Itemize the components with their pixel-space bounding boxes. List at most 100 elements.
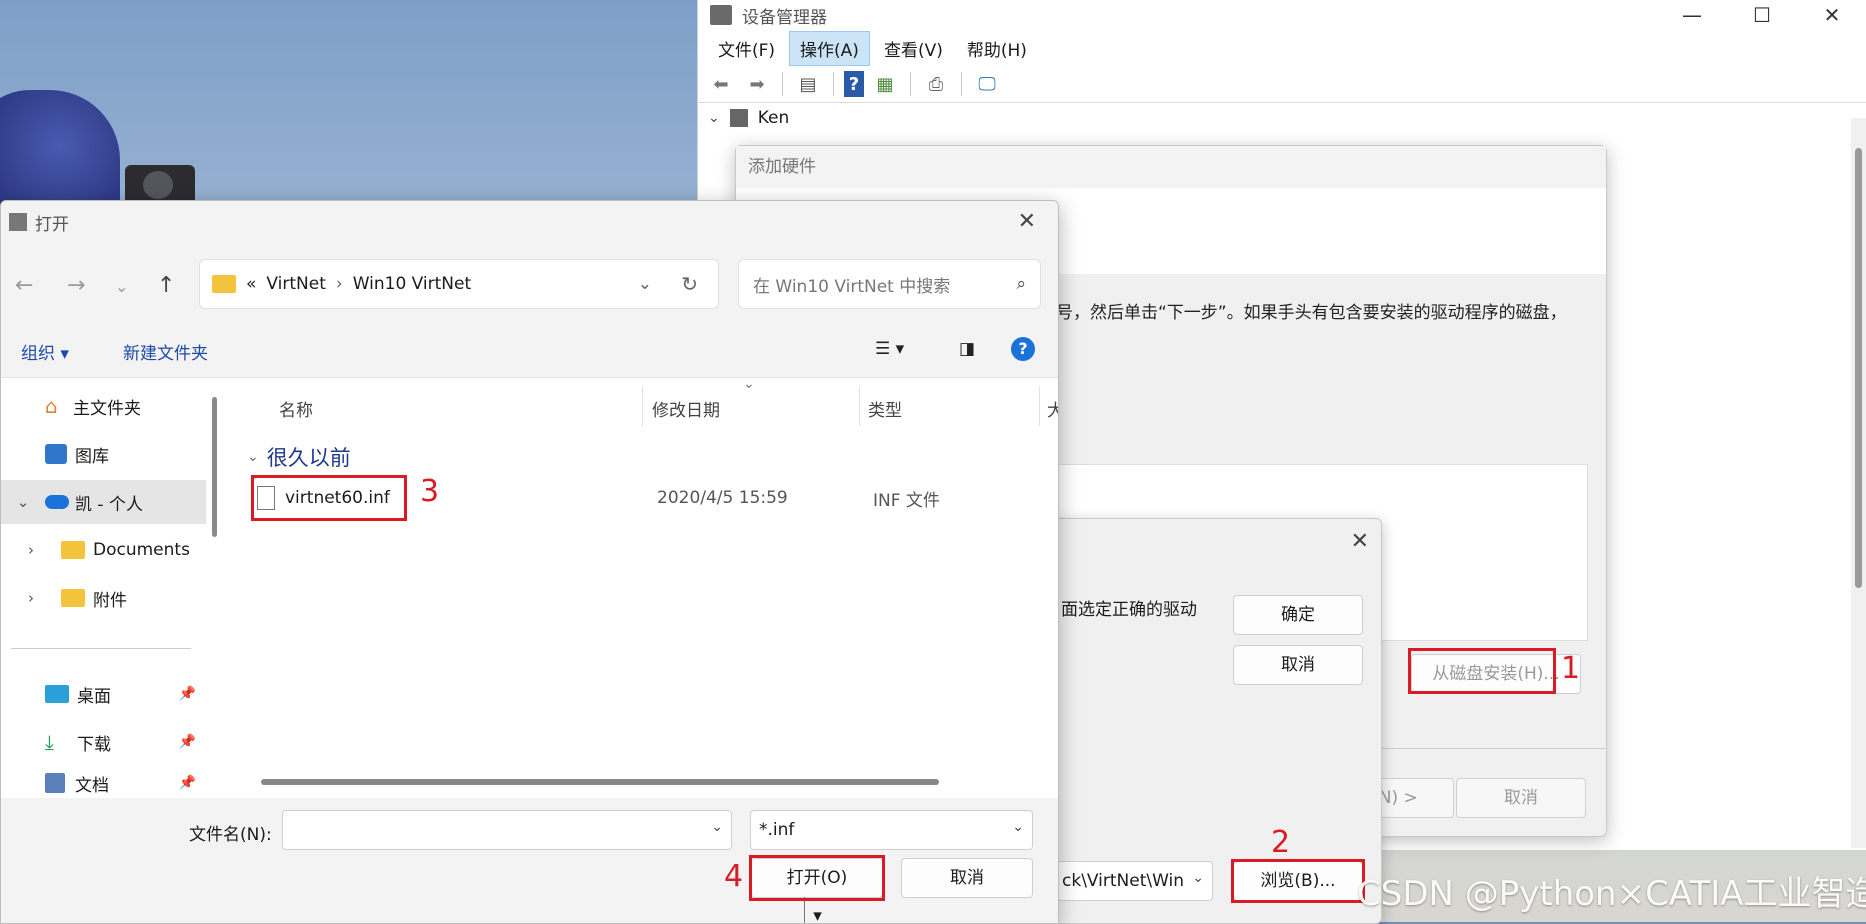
toolbar-separator bbox=[782, 72, 783, 96]
annotation-box-4 bbox=[749, 855, 885, 901]
menu-file[interactable]: 文件(F) bbox=[708, 32, 785, 65]
document-icon bbox=[45, 773, 65, 793]
properties-icon[interactable]: ▤ bbox=[793, 71, 823, 97]
pin-icon[interactable]: 📌 bbox=[179, 734, 196, 750]
nav-item-label: 图库 bbox=[75, 446, 109, 467]
open-dialog-cancel-button[interactable]: 取消 bbox=[901, 858, 1033, 898]
chevron-down-icon[interactable]: ⌄ bbox=[1192, 870, 1204, 886]
file-type-filter[interactable]: *.inf ⌄ bbox=[750, 810, 1033, 850]
chevron-down-icon[interactable]: ⌄ bbox=[638, 274, 652, 294]
view-options-icon[interactable]: ☰ ▾ bbox=[875, 339, 904, 359]
monitor-scan-icon[interactable]: 🖵 bbox=[972, 71, 1002, 97]
nav-item-attachments[interactable]: › 附件 bbox=[1, 576, 206, 620]
search-box[interactable]: 在 Win10 VirtNet 中搜索 ⌕ bbox=[738, 259, 1041, 309]
toolbar-separator bbox=[910, 72, 911, 96]
nav-item-documents[interactable]: › Documents bbox=[1, 528, 206, 572]
close-icon[interactable]: ✕ bbox=[1018, 209, 1036, 234]
command-bar: 组织 ▾ 新建文件夹 ☰ ▾ ◨ ? bbox=[1, 323, 1058, 378]
scrollbar-thumb[interactable] bbox=[1855, 148, 1862, 588]
back-arrow-icon[interactable]: ⬅ bbox=[706, 71, 736, 97]
file-group-header[interactable]: ⌄ 很久以前 bbox=[247, 442, 351, 472]
back-icon[interactable]: ← bbox=[15, 273, 33, 298]
nav-item-label: 凯 - 个人 bbox=[75, 494, 143, 515]
forward-arrow-icon[interactable]: ➡ bbox=[742, 71, 772, 97]
nav-item-label: 下载 bbox=[77, 734, 111, 755]
chevron-down-icon[interactable]: ⌄ bbox=[711, 819, 723, 835]
nav-item-onedrive[interactable]: ⌄ 凯 - 个人 bbox=[1, 480, 206, 524]
help-icon[interactable]: ? bbox=[1011, 337, 1035, 361]
navigation-pane-scrollbar[interactable] bbox=[210, 397, 218, 737]
help-icon[interactable]: ? bbox=[844, 71, 864, 97]
close-icon[interactable]: ✕ bbox=[1351, 529, 1369, 554]
open-file-dialog: 打开 ✕ ← → ⌄ ↑ « VirtNet › Win10 VirtNet ⌄… bbox=[0, 200, 1059, 924]
open-dialog-titlebar: 打开 bbox=[1, 201, 1058, 243]
column-separator[interactable] bbox=[1039, 386, 1040, 426]
nav-item-home[interactable]: ⌂ 主文件夹 bbox=[1, 384, 206, 428]
device-manager-title: 设备管理器 bbox=[742, 7, 827, 28]
chevron-down-icon[interactable]: ⌄ bbox=[708, 110, 720, 126]
pin-icon[interactable]: 📌 bbox=[179, 686, 196, 702]
watermark: CSDN @Python×CATIA工业智造 bbox=[1357, 874, 1866, 914]
file-type: INF 文件 bbox=[873, 490, 940, 511]
breadcrumb-virtnet[interactable]: VirtNet bbox=[266, 274, 325, 294]
up-icon[interactable]: ↑ bbox=[157, 273, 175, 298]
file-list-horizontal-scrollbar[interactable] bbox=[261, 779, 939, 785]
refresh-icon[interactable]: ↻ bbox=[681, 272, 698, 296]
nav-item-desktop[interactable]: 桌面 📌 bbox=[1, 672, 206, 716]
minimize-button[interactable]: — bbox=[1657, 3, 1727, 27]
menu-help[interactable]: 帮助(H) bbox=[957, 32, 1037, 65]
nav-item-downloads[interactable]: ⤓ 下载 📌 bbox=[1, 720, 206, 764]
address-bar[interactable]: « VirtNet › Win10 VirtNet ⌄ ↻ bbox=[199, 259, 719, 309]
annotation-number-2: 2 bbox=[1271, 825, 1291, 860]
update-driver-icon[interactable]: ▦ bbox=[870, 71, 900, 97]
sort-chevron-icon: ⌄ bbox=[743, 376, 755, 392]
gallery-icon bbox=[45, 444, 67, 464]
navigation-pane: ⌂ 主文件夹 图库 ⌄ 凯 - 个人 › Documents › 附件 桌面 📌… bbox=[1, 378, 206, 798]
computer-icon bbox=[729, 109, 748, 127]
scrollbar-thumb[interactable] bbox=[212, 397, 217, 537]
path-combobox[interactable]: ck\VirtNet\Win ⌄ bbox=[1053, 861, 1213, 901]
download-icon: ⤓ bbox=[45, 730, 54, 754]
menu-action[interactable]: 操作(A) bbox=[789, 30, 870, 66]
chevron-down-icon[interactable]: ⌄ bbox=[1012, 819, 1024, 835]
install-disk-cancel-button[interactable]: 取消 bbox=[1233, 645, 1363, 685]
app-icon bbox=[9, 213, 27, 231]
breadcrumb-separator-icon: › bbox=[335, 274, 343, 294]
chevron-right-icon[interactable]: › bbox=[1, 589, 61, 607]
nav-item-documents-library[interactable]: 文档 📌 bbox=[1, 768, 206, 798]
chevron-down-icon[interactable]: ⌄ bbox=[1, 493, 45, 511]
annotation-number-3: 3 bbox=[420, 474, 440, 509]
recent-chevron-icon[interactable]: ⌄ bbox=[115, 277, 128, 296]
printer-icon[interactable]: ⎙ bbox=[921, 71, 951, 97]
device-tree-scrollbar[interactable] bbox=[1851, 118, 1866, 848]
new-folder-button[interactable]: 新建文件夹 bbox=[123, 339, 208, 364]
column-header-name[interactable]: 名称 bbox=[279, 396, 313, 421]
breadcrumb-overflow[interactable]: « bbox=[246, 274, 256, 294]
split-dropdown-icon[interactable]: ▾ bbox=[803, 897, 831, 923]
filename-input[interactable]: ⌄ bbox=[282, 810, 732, 850]
pin-icon[interactable]: 📌 bbox=[179, 775, 196, 791]
chevron-right-icon[interactable]: › bbox=[1, 541, 61, 559]
column-header-type[interactable]: 类型 bbox=[868, 396, 902, 421]
column-header-modified[interactable]: 修改日期 bbox=[652, 396, 720, 421]
annotation-box-1 bbox=[1408, 648, 1556, 694]
column-separator[interactable] bbox=[642, 386, 643, 426]
search-icon[interactable]: ⌕ bbox=[1016, 274, 1026, 294]
forward-icon[interactable]: → bbox=[67, 273, 85, 298]
filename-label: 文件名(N): bbox=[189, 825, 272, 845]
folder-icon bbox=[61, 589, 85, 607]
column-header-size[interactable]: 大 bbox=[1047, 396, 1058, 421]
preview-pane-icon[interactable]: ◨ bbox=[959, 339, 975, 359]
organize-menu[interactable]: 组织 ▾ bbox=[21, 339, 69, 364]
device-manager-toolbar: ⬅ ➡ ▤ ? ▦ ⎙ 🖵 bbox=[698, 66, 1866, 103]
column-separator[interactable] bbox=[859, 386, 860, 426]
breadcrumb-win10-virtnet[interactable]: Win10 VirtNet bbox=[353, 274, 471, 294]
maximize-button[interactable]: ☐ bbox=[1727, 3, 1797, 27]
tree-root-row[interactable]: ⌄ Ken bbox=[698, 103, 1866, 133]
ok-button[interactable]: 确定 bbox=[1233, 595, 1363, 635]
menu-view[interactable]: 查看(V) bbox=[874, 32, 953, 65]
nav-item-gallery[interactable]: 图库 bbox=[1, 432, 206, 476]
close-button[interactable]: ✕ bbox=[1797, 3, 1866, 27]
add-hardware-cancel-button[interactable]: 取消 bbox=[1456, 778, 1586, 818]
chevron-down-icon[interactable]: ⌄ bbox=[247, 449, 259, 465]
